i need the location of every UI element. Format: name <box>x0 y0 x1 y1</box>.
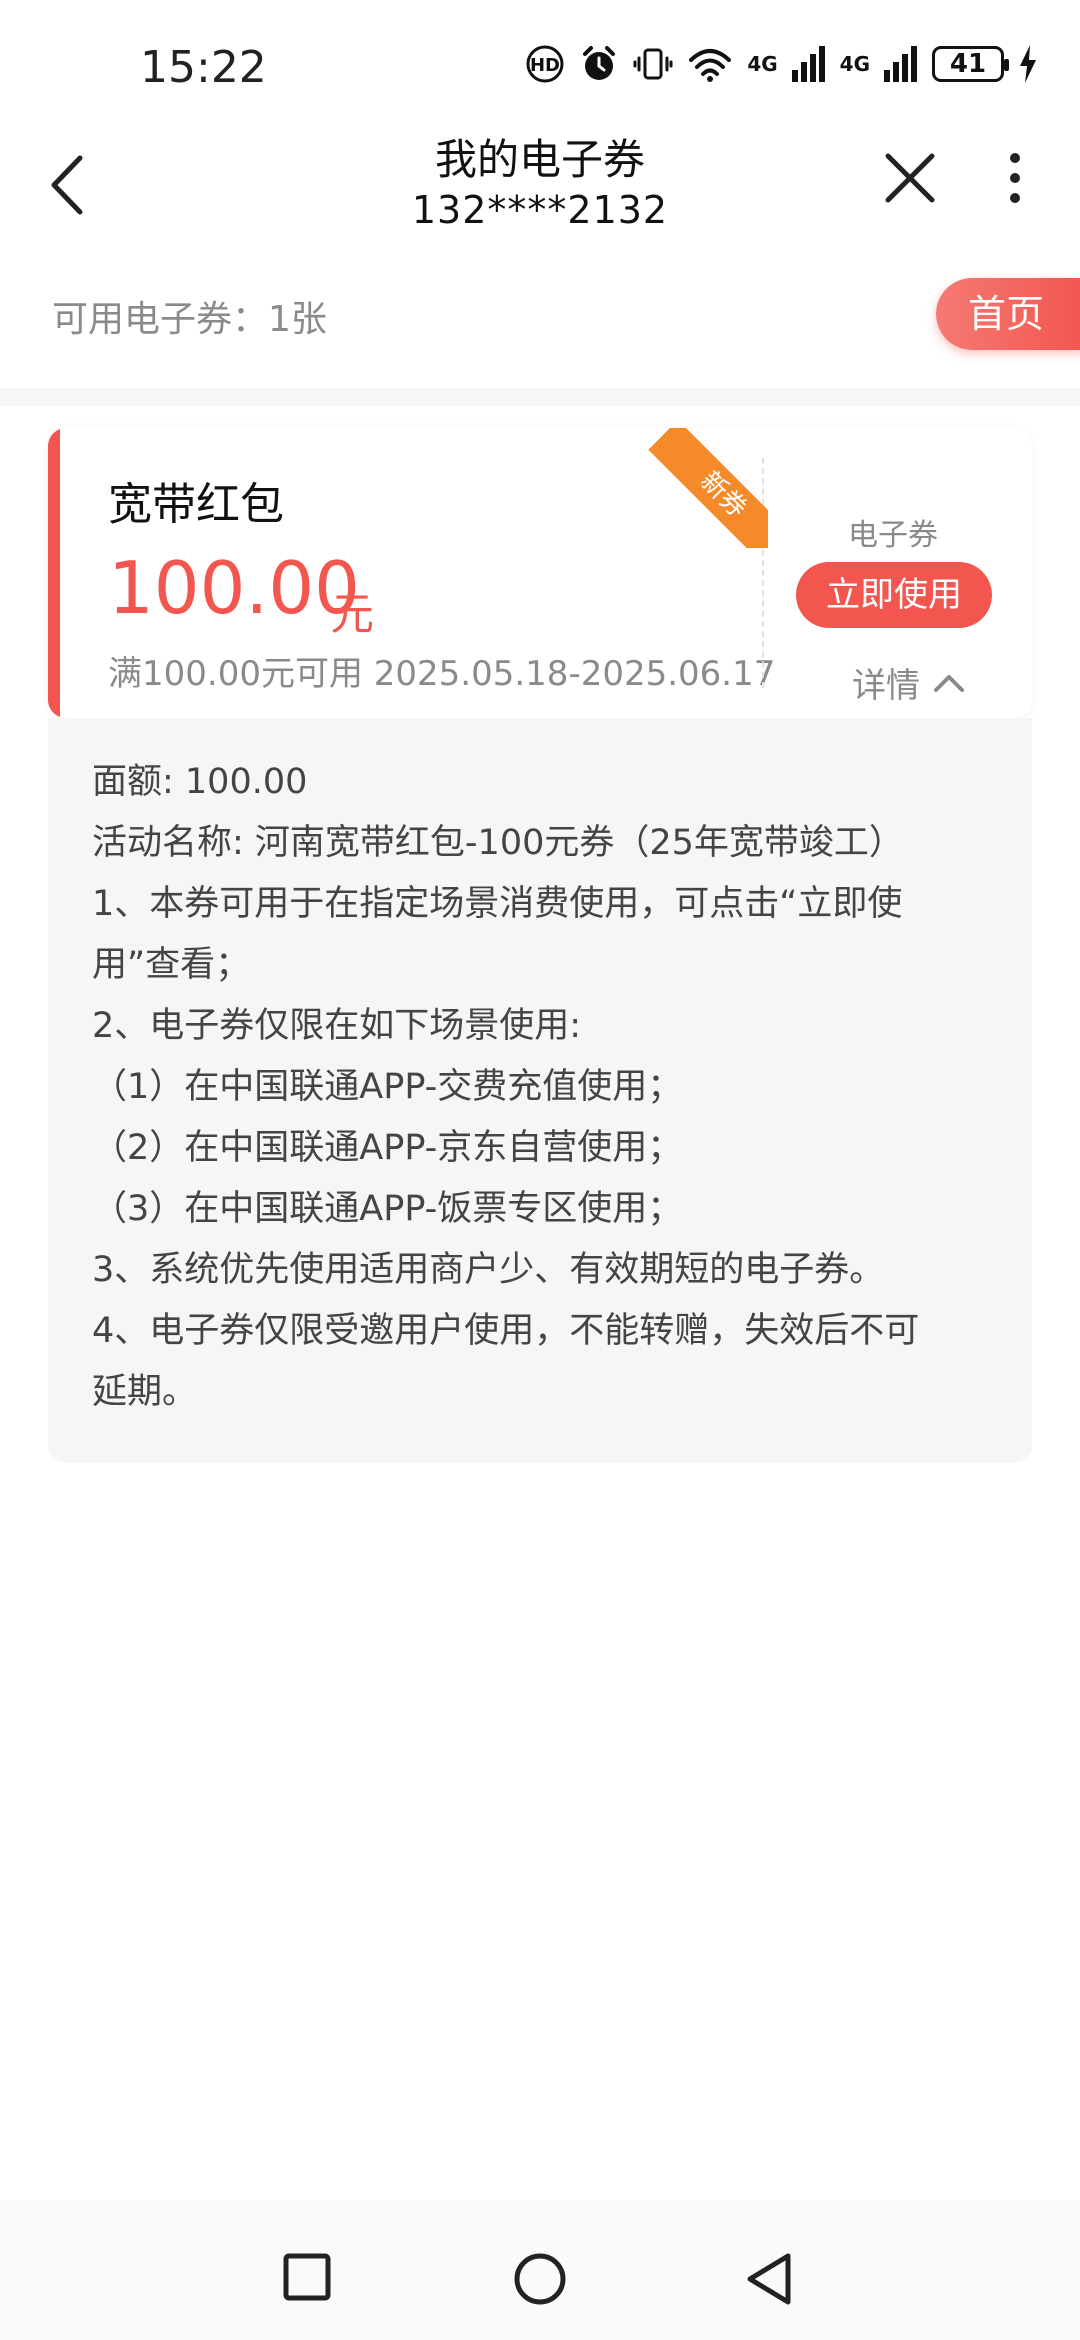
available-count: 可用电子券：1张 <box>52 299 327 340</box>
detail-line: 活动名称: 河南宽带红包-100元券（25年宽带竣工） <box>92 823 904 863</box>
detail-line: 3、系统优先使用适用商户少、有效期短的电子券。 <box>92 1250 885 1290</box>
coupon-name: 宽带红包 <box>108 479 284 530</box>
triangle-back-icon <box>747 2253 791 2305</box>
circle-icon <box>514 2253 566 2305</box>
wifi-icon <box>689 49 732 82</box>
coupon-type: 电子券 <box>848 518 938 553</box>
hd-call-icon: HD <box>526 45 564 83</box>
details-toggle[interactable]: 详情 <box>852 658 966 707</box>
status-time: 15:22 <box>140 42 267 93</box>
coupon-condition: 满100.00元可用 2025.05.18-2025.06.17 <box>108 654 776 694</box>
coupon-amount: 100.00 <box>108 546 360 630</box>
recent-apps-button[interactable] <box>282 2252 332 2306</box>
summary-bar: 可用电子券：1张 首页 <box>0 260 1080 388</box>
detail-line: 4、电子券仅限受邀用户使用，不能转赠，失效后不可 <box>92 1311 920 1351</box>
detail-line: 1、本券可用于在指定场景消费使用，可点击“立即使 <box>92 884 903 924</box>
detail-line: 2、电子券仅限在如下场景使用: <box>92 1006 582 1046</box>
vibrate-icon <box>633 48 673 80</box>
close-icon <box>885 153 935 203</box>
battery-level: 41 <box>949 49 987 79</box>
nav-bar: 我的电子券 132****2132 <box>0 120 1080 250</box>
alarm-icon <box>583 46 616 80</box>
close-button[interactable] <box>880 148 940 208</box>
detail-line: （3）在中国联通APP-饭票专区使用； <box>92 1189 683 1229</box>
back-nav-button[interactable] <box>744 2252 794 2310</box>
more-vertical-icon <box>1010 153 1020 203</box>
details-label: 详情 <box>852 666 920 706</box>
new-ribbon-label: 新券 <box>648 428 768 548</box>
home-button[interactable]: 首页 <box>936 278 1080 350</box>
charging-icon <box>1020 45 1036 83</box>
square-icon <box>283 2253 331 2301</box>
new-ribbon: 新券 <box>648 428 768 548</box>
use-now-button[interactable]: 立即使用 <box>796 562 992 628</box>
svg-text:HD: HD <box>530 55 560 76</box>
detail-line: 延期。 <box>92 1372 198 1412</box>
battery-indicator: 41 <box>932 46 1009 82</box>
network-type-2: 4G <box>839 52 870 76</box>
system-nav-bar <box>0 2200 1080 2340</box>
coupon-item: 宽带红包 100.00 元 满100.00元可用 2025.05.18-2025… <box>48 428 1032 1463</box>
page: 15:22 HD 4G 4G 41 我的电子券 132****2132 可用电子… <box>0 0 1080 2340</box>
coupon-unit: 元 <box>330 589 374 640</box>
signal-icon <box>791 46 825 82</box>
detail-line: （2）在中国联通APP-京东自营使用； <box>92 1128 683 1168</box>
detail-line: 面额: 100.00 <box>92 762 308 802</box>
more-button[interactable] <box>1000 148 1030 208</box>
coupon-details-panel: 面额: 100.00 活动名称: 河南宽带红包-100元券（25年宽带竣工） 1… <box>48 718 1032 1463</box>
network-type-1: 4G <box>747 52 778 76</box>
status-icons: HD 4G 4G 41 <box>525 44 1038 84</box>
coupon-card: 宽带红包 100.00 元 满100.00元可用 2025.05.18-2025… <box>48 428 1032 718</box>
status-bar: 15:22 HD 4G 4G 41 <box>0 0 1080 130</box>
detail-line: 用”查看； <box>92 945 251 985</box>
chevron-up-icon <box>934 674 964 692</box>
detail-line: （1）在中国联通APP-交费充值使用； <box>92 1067 683 1107</box>
section-divider <box>0 388 1080 406</box>
signal-icon <box>884 46 917 82</box>
home-nav-button[interactable] <box>513 2252 567 2310</box>
